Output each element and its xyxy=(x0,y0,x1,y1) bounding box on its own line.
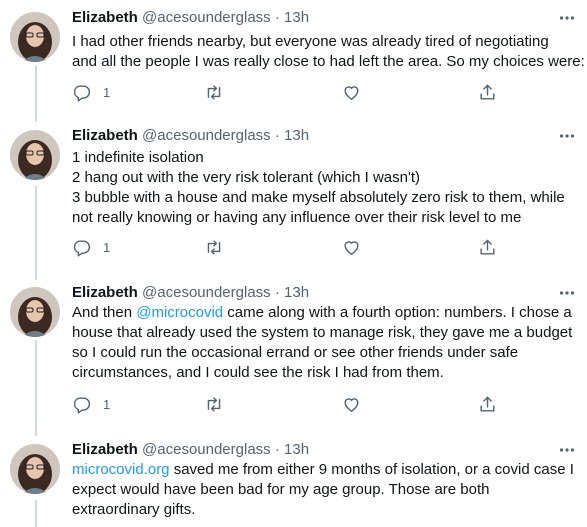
timestamp[interactable]: 13h xyxy=(284,127,309,144)
retweet-button[interactable] xyxy=(204,394,224,414)
tweet-actions: 1 xyxy=(72,237,502,257)
avatar[interactable] xyxy=(10,130,60,180)
more-button[interactable] xyxy=(557,283,577,303)
tweet[interactable]: Elizabeth @acesounderglass · 13h I had o… xyxy=(0,8,587,112)
reply-button[interactable]: 1 xyxy=(72,82,110,102)
tweet-header: Elizabeth @acesounderglass · 13h xyxy=(72,126,309,146)
more-icon xyxy=(559,448,575,452)
avatar[interactable] xyxy=(10,12,60,62)
tweet-text-line: 2 hang out with the very risk tolerant (… xyxy=(72,169,421,186)
tweet-text-line: And then @microcovid came along with a f… xyxy=(72,303,582,323)
timestamp[interactable]: 13h xyxy=(284,9,309,26)
tweet-text-segment: came along with a fourth option: numbers… xyxy=(223,304,572,321)
tweet-text: microcovid.org saved me from either 9 mo… xyxy=(72,460,582,520)
retweet-icon xyxy=(207,84,221,100)
reply-icon xyxy=(73,239,91,257)
tweet-text-line: 3 bubble with a house and make myself ab… xyxy=(72,189,565,206)
separator: · xyxy=(274,127,280,144)
share-button[interactable] xyxy=(478,237,497,257)
tweet[interactable]: Elizabeth @acesounderglass · 13h And the… xyxy=(0,283,587,425)
heart-icon xyxy=(344,397,359,412)
more-icon xyxy=(559,134,575,138)
tweet[interactable]: Elizabeth @acesounderglass · 13h 1 indef… xyxy=(0,126,587,268)
share-button[interactable] xyxy=(478,394,497,414)
author-name[interactable]: Elizabeth xyxy=(72,127,138,144)
tweet-text-line: so I could run the occasional errand or … xyxy=(72,344,519,361)
author-name[interactable]: Elizabeth xyxy=(72,284,138,301)
like-button[interactable] xyxy=(342,82,361,102)
separator: · xyxy=(274,441,280,458)
more-icon xyxy=(559,291,575,295)
avatar[interactable] xyxy=(10,444,60,494)
reply-count: 1 xyxy=(103,239,111,255)
tweet-text-line: 1 indefinite isolation xyxy=(72,149,204,166)
timestamp[interactable]: 13h xyxy=(284,284,309,301)
tweet-text-line: microcovid.org saved me from either 9 mo… xyxy=(72,460,582,480)
website-link[interactable]: microcovid.org xyxy=(72,461,170,478)
like-button[interactable] xyxy=(342,237,361,257)
tweet-text-line: extraordinary gifts. xyxy=(72,501,196,518)
retweet-icon xyxy=(207,239,221,255)
share-button[interactable] xyxy=(478,82,497,102)
tweet[interactable]: Elizabeth @acesounderglass · 13h microco… xyxy=(0,440,587,527)
tweet-actions: 1 xyxy=(72,82,502,102)
author-name[interactable]: Elizabeth xyxy=(72,9,138,26)
timestamp[interactable]: 13h xyxy=(284,441,309,458)
tweet-actions: 1 xyxy=(72,394,502,414)
more-icon xyxy=(559,16,575,20)
tweet-text-line: expect would have been bad for my age gr… xyxy=(72,481,490,498)
author-name[interactable]: Elizabeth xyxy=(72,441,138,458)
tweet-text: I had other friends nearby, but everyone… xyxy=(72,32,585,72)
separator: · xyxy=(274,9,280,26)
author-handle[interactable]: @acesounderglass xyxy=(142,441,271,458)
tweet-text-line: house that already used the system to ma… xyxy=(72,324,573,341)
tweet-text-line: and all the people I was really close to… xyxy=(72,53,585,70)
more-button[interactable] xyxy=(557,440,577,460)
more-button[interactable] xyxy=(557,126,577,146)
share-icon xyxy=(480,84,495,100)
mention-link[interactable]: @microcovid xyxy=(136,304,223,321)
more-button[interactable] xyxy=(557,8,577,28)
tweet-text-line: not really knowing or having any influen… xyxy=(72,209,522,226)
author-handle[interactable]: @acesounderglass xyxy=(142,9,271,26)
tweet-text-segment: And then xyxy=(72,304,137,321)
like-button[interactable] xyxy=(342,394,361,414)
reply-button[interactable]: 1 xyxy=(72,394,110,414)
tweet-header: Elizabeth @acesounderglass · 13h xyxy=(72,283,309,303)
tweet-text: And then @microcovid came along with a f… xyxy=(72,303,582,383)
share-icon xyxy=(480,396,495,412)
author-handle[interactable]: @acesounderglass xyxy=(142,127,271,144)
author-handle[interactable]: @acesounderglass xyxy=(142,284,271,301)
separator: · xyxy=(274,284,280,301)
avatar[interactable] xyxy=(10,287,60,337)
reply-count: 1 xyxy=(103,84,111,100)
tweet-header: Elizabeth @acesounderglass · 13h xyxy=(72,8,309,28)
tweet-text-line: circumstances, and I could see the risk … xyxy=(72,364,444,381)
tweet-header: Elizabeth @acesounderglass · 13h xyxy=(72,440,309,460)
reply-icon xyxy=(73,84,91,102)
retweet-button[interactable] xyxy=(204,237,224,257)
heart-icon xyxy=(344,85,359,100)
heart-icon xyxy=(344,240,359,255)
tweet-text-segment: saved me from either 9 months of isolati… xyxy=(169,461,574,478)
reply-icon xyxy=(73,396,91,414)
reply-count: 1 xyxy=(103,396,111,412)
retweet-button[interactable] xyxy=(204,82,224,102)
share-icon xyxy=(480,239,495,255)
tweet-text-line: I had other friends nearby, but everyone… xyxy=(72,33,549,50)
reply-button[interactable]: 1 xyxy=(72,237,110,257)
tweet-text: 1 indefinite isolation 2 hang out with t… xyxy=(72,148,582,228)
retweet-icon xyxy=(207,396,221,412)
